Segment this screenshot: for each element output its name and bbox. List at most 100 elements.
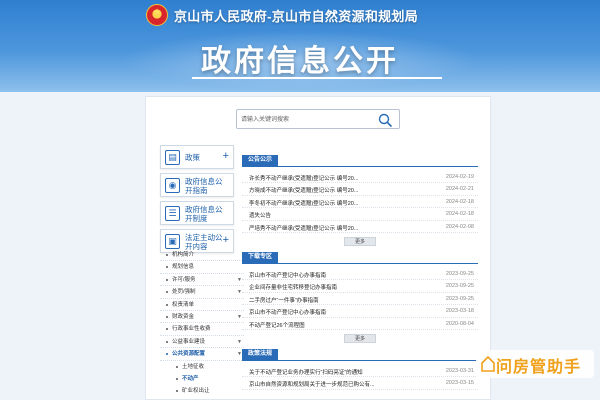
- list-item[interactable]: 二手房过户“一件事”办事指南 2023-09-25: [242, 293, 478, 306]
- bullet-icon: [166, 291, 168, 294]
- list-item-date: 2024-02-19: [445, 174, 474, 180]
- header-banner: ★ 京山市人民政府-京山市自然资源和规划局 政府信息公开: [0, 0, 600, 92]
- sub-nav-child-item-selected[interactable]: 不动产: [160, 373, 244, 385]
- site-title[interactable]: 京山市人民政府-京山市自然资源和规划局: [174, 6, 418, 25]
- sub-nav-item[interactable]: 处罚/强制 ▼: [160, 286, 244, 299]
- sub-nav-item[interactable]: 权责清单: [160, 299, 244, 311]
- bullet-icon: [166, 340, 168, 343]
- section-announcements: 公告公示 许长秀不动产继承(受遗赠)登记公示 编号20... 2024-02-19…: [242, 155, 478, 246]
- section-title[interactable]: 政策法规: [242, 348, 279, 360]
- bullet-icon: [176, 377, 178, 380]
- list-item-date: 2020-08-04: [445, 320, 474, 327]
- bullet-icon: [176, 365, 178, 368]
- expand-plus-icon[interactable]: +: [223, 151, 229, 162]
- list-item-date: 2023-03-18: [445, 308, 474, 315]
- list-item-title[interactable]: 京山市自然资源和规划局关于进一步规范已购公有...: [249, 380, 419, 388]
- folder-icon: ▣: [165, 234, 180, 249]
- sub-nav-child-label: 土地征收: [182, 363, 205, 370]
- bullet-icon: [166, 278, 168, 281]
- list-item[interactable]: 李冬初不动产继承(受遗赠)登记公示 编号20... 2024-02-18: [242, 196, 478, 209]
- sub-nav-child-label: 矿业权出让: [182, 388, 210, 395]
- sub-nav-label: 公益事业建设: [172, 338, 206, 345]
- sub-nav-item-active[interactable]: 公共资源配置 ▼: [160, 348, 244, 361]
- list-item-title[interactable]: 李冬初不动产继承(受遗赠)登记公示 编号20...: [249, 199, 419, 207]
- list-item[interactable]: 关于不动产登记业务办理实行“扫码亮证”的通知 2023-03-31: [242, 365, 478, 378]
- list-item-date: 2024-02-21: [445, 186, 474, 193]
- national-emblem-icon: ★: [146, 4, 168, 26]
- content-sections: 公告公示 许长秀不动产继承(受遗赠)登记公示 编号20... 2024-02-19…: [242, 155, 478, 396]
- watermark-text: 问房管助手: [496, 359, 582, 376]
- list-item[interactable]: 遗失公告 2024-02-18: [242, 208, 478, 221]
- nav-card-policy[interactable]: ▤ 政策 +: [160, 145, 234, 169]
- list-item[interactable]: 京山市自然资源和规划局关于进一步规范已购公有... 2023-03-15: [242, 377, 478, 390]
- nav-card-label: 政府信息公开制度: [185, 205, 223, 223]
- list-item-title[interactable]: 关于不动产登记业务办理实行“扫码亮证”的通知: [249, 368, 419, 376]
- list-item-date: 2024-02-08: [445, 223, 474, 230]
- section-header: 下载专区: [242, 251, 478, 264]
- list-item-title[interactable]: 不动产登记26个流程图: [249, 321, 419, 329]
- sub-nav-label: 处罚/强制: [172, 289, 196, 296]
- bullet-icon: [166, 266, 168, 269]
- house-icon: [481, 355, 495, 372]
- list-item-date: 2024-02-18: [445, 211, 474, 218]
- section-title[interactable]: 下载专区: [242, 251, 279, 263]
- content-panel: ▤ 政策 + ◉ 政府信息公开指南 ☰ 政府信息公开制度 ▣ 法定主动公开内容 …: [145, 96, 491, 400]
- sub-nav-list: 机构简介 规划信息 许可/服务 ▼ 处罚/强制 ▼ 权责清单 财政资金 ▼ 行政事业性…: [160, 249, 244, 398]
- list-item-title[interactable]: 企业间存量非住宅转移登记办事指南: [249, 283, 419, 291]
- search-input[interactable]: [241, 113, 371, 126]
- sub-nav-label: 权责清单: [172, 301, 195, 308]
- list-item-title[interactable]: 京山市不动产登记中心办事指南: [249, 271, 419, 279]
- list-item-title[interactable]: 方晓成不动产继承(受遗赠)登记公示 编号20...: [249, 186, 419, 194]
- left-nav: ▤ 政策 + ◉ 政府信息公开指南 ☰ 政府信息公开制度 ▣ 法定主动公开内容 …: [160, 145, 234, 257]
- bullet-icon: [166, 353, 168, 356]
- nav-card-guide[interactable]: ◉ 政府信息公开指南: [160, 173, 234, 197]
- list-item-title[interactable]: 遗失公告: [249, 211, 419, 219]
- nav-card-rules[interactable]: ☰ 政府信息公开制度: [160, 201, 234, 225]
- expand-plus-icon[interactable]: +: [223, 235, 229, 246]
- sub-nav-item[interactable]: 财政资金 ▼: [160, 311, 244, 324]
- list-item[interactable]: 企业间存量非住宅转移登记办事指南 2023-09-25: [242, 280, 478, 293]
- list-item-date: 2023-03-31: [445, 367, 474, 374]
- sub-nav-label: 许可/服务: [172, 276, 196, 283]
- section-policies: 政策法规 关于不动产登记业务办理实行“扫码亮证”的通知 2023-03-31 京山…: [242, 348, 478, 390]
- sub-nav-item[interactable]: 行政事业性收费: [160, 323, 244, 336]
- list-item[interactable]: 京山市不动产登记中心办事指南 2023-03-18: [242, 305, 478, 318]
- bullet-icon: [166, 328, 168, 331]
- sub-nav-item[interactable]: 机构简介: [160, 249, 244, 262]
- list-item-date: 2023-09-25: [445, 295, 474, 302]
- sub-nav-child-label: 不动产: [182, 375, 199, 382]
- list-item-date: 2023-09-25: [445, 270, 474, 277]
- search-icon[interactable]: [377, 112, 393, 128]
- nav-card-label: 政策: [185, 153, 200, 162]
- list-item[interactable]: 许长秀不动产继承(受遗赠)登记公示 编号20... 2024-02-19: [242, 171, 478, 184]
- list-item[interactable]: 京山市不动产登记中心办事指南 2023-09-25: [242, 268, 478, 281]
- list-item-date: 2024-02-18: [445, 198, 474, 205]
- list-item[interactable]: 方晓成不动产继承(受遗赠)登记公示 编号20... 2024-02-21: [242, 183, 478, 196]
- more-button[interactable]: 更多: [344, 333, 376, 343]
- nav-card-label: 政府信息公开指南: [185, 177, 223, 195]
- search-box: [236, 109, 400, 129]
- more-button[interactable]: 更多: [344, 236, 376, 246]
- title-underline: [192, 77, 442, 79]
- sub-nav-item[interactable]: 许可/服务 ▼: [160, 274, 244, 287]
- section-title[interactable]: 公告公示: [242, 155, 279, 166]
- sub-nav-item[interactable]: 规划信息: [160, 261, 244, 274]
- sub-nav-label: 公共资源配置: [172, 351, 206, 358]
- bullet-icon: [166, 303, 168, 306]
- sub-nav-label: 财政资金: [172, 313, 195, 320]
- rules-icon: ☰: [165, 206, 180, 221]
- sub-nav-child-item[interactable]: 矿业权出让: [160, 385, 244, 397]
- sub-nav-label: 机构简介: [172, 252, 195, 258]
- list-item-title[interactable]: 许长秀不动产继承(受遗赠)登记公示 编号20...: [249, 174, 419, 182]
- list-item[interactable]: 不动产登记26个流程图 2020-08-04: [242, 318, 478, 330]
- section-downloads: 下载专区 京山市不动产登记中心办事指南 2023-09-25 企业间存量非住宅转移…: [242, 251, 478, 343]
- page-title: 政府信息公开: [201, 45, 399, 78]
- section-header: 政策法规: [242, 348, 478, 361]
- list-item-title[interactable]: 京山市不动产登记中心办事指南: [249, 308, 419, 316]
- list-item-title[interactable]: 严培秀不动产继承(受遗赠)登记公示 编号20...: [249, 224, 419, 232]
- sub-nav-item[interactable]: 公益事业建设 ▼: [160, 336, 244, 349]
- list-item[interactable]: 严培秀不动产继承(受遗赠)登记公示 编号20... 2024-02-08: [242, 221, 478, 233]
- document-icon: ▤: [165, 150, 180, 165]
- list-item-title[interactable]: 二手房过户“一件事”办事指南: [249, 296, 419, 304]
- sub-nav-child-item[interactable]: 土地征收: [160, 361, 244, 373]
